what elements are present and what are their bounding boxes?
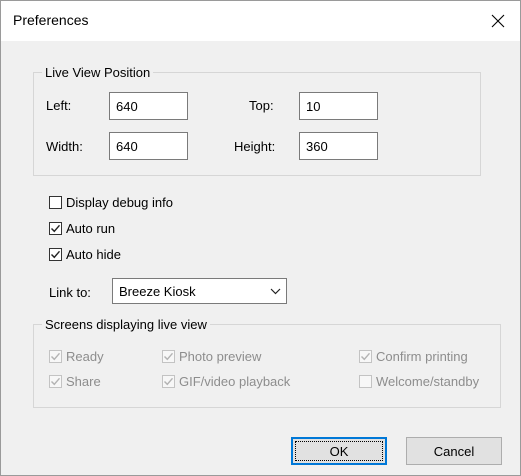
chevron-down-icon [264,288,286,295]
top-label: Top: [249,98,274,113]
screen-photo-preview-box[interactable] [162,350,175,363]
auto-hide-label: Auto hide [66,247,121,262]
screen-share-checkbox[interactable]: Share [49,374,101,389]
screens-group: Screens displaying live view [33,317,501,408]
left-label: Left: [46,98,72,113]
display-debug-checkbox[interactable]: Display debug info [49,195,173,210]
width-label: Width: [46,139,83,154]
screen-welcome-standby-box[interactable] [359,375,372,388]
preferences-dialog: Preferences Live View Position Left: Top… [0,0,521,476]
screen-photo-preview-label: Photo preview [179,349,262,364]
checkmark-icon [51,250,61,259]
auto-hide-checkbox[interactable]: Auto hide [49,247,121,262]
close-icon [491,14,505,28]
screen-gif-video-box[interactable] [162,375,175,388]
link-to-value: Breeze Kiosk [119,283,196,299]
display-debug-box[interactable] [49,196,62,209]
height-input[interactable] [299,132,378,160]
screen-share-box[interactable] [49,375,62,388]
screen-share-label: Share [66,374,101,389]
display-debug-label: Display debug info [66,195,173,210]
checkmark-icon [164,377,174,386]
checkmark-icon [361,352,371,361]
screen-welcome-standby-checkbox[interactable]: Welcome/standby [359,374,479,389]
checkmark-icon [51,224,61,233]
screen-gif-video-checkbox[interactable]: GIF/video playback [162,374,290,389]
title-bar: Preferences [1,1,520,41]
screen-ready-box[interactable] [49,350,62,363]
checkmark-icon [51,377,61,386]
top-input[interactable] [299,92,378,120]
auto-run-label: Auto run [66,221,116,236]
cancel-label: Cancel [433,443,475,459]
close-button[interactable] [476,1,520,41]
auto-run-box[interactable] [49,222,62,235]
width-input[interactable] [109,132,188,160]
screen-confirm-printing-box[interactable] [359,350,372,363]
screens-legend: Screens displaying live view [42,317,210,332]
screen-welcome-standby-label: Welcome/standby [376,374,480,389]
screen-confirm-printing-checkbox[interactable]: Confirm printing [359,349,468,364]
focus-ring [295,441,383,461]
checkmark-icon [164,352,174,361]
auto-run-checkbox[interactable]: Auto run [49,221,115,236]
window-title: Preferences [13,12,89,28]
left-input[interactable] [109,92,188,120]
link-to-label: Link to: [49,285,91,300]
screen-photo-preview-checkbox[interactable]: Photo preview [162,349,261,364]
height-label: Height: [234,139,276,154]
screen-confirm-printing-label: Confirm printing [376,349,468,364]
live-view-position-group: Live View Position [33,65,481,176]
auto-hide-box[interactable] [49,248,62,261]
screen-gif-video-label: GIF/video playback [179,374,291,389]
checkmark-icon [51,352,61,361]
cancel-button[interactable]: Cancel [406,437,502,465]
ok-button[interactable]: OK [291,437,387,465]
screen-ready-label: Ready [66,349,104,364]
live-view-position-legend: Live View Position [42,65,154,80]
screen-ready-checkbox[interactable]: Ready [49,349,104,364]
link-to-dropdown[interactable]: Breeze Kiosk [112,278,287,304]
